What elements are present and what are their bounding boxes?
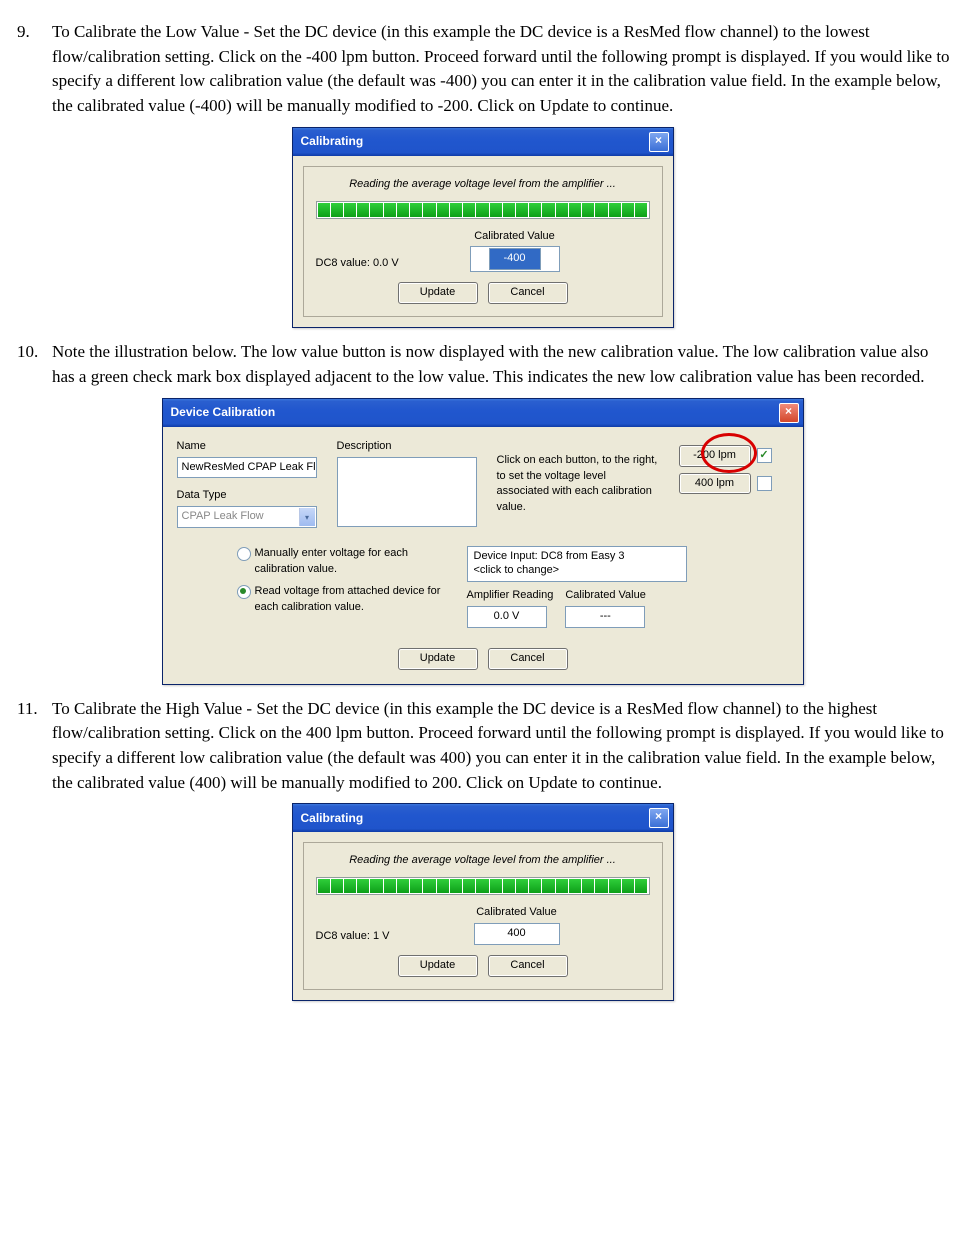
dialog-title: Calibrating — [301, 810, 364, 827]
device-calibration-dialog: Device Calibration × Name NewResMed CPAP… — [162, 398, 804, 685]
instruction-text: Click on each button, to the right, to s… — [497, 453, 662, 517]
list-number: 10. — [15, 340, 47, 389]
radio-read[interactable]: Read voltage from attached device for ea… — [237, 584, 447, 616]
list-item-11: 11. To Calibrate the High Value - Set th… — [15, 697, 950, 796]
datatype-value: CPAP Leak Flow — [182, 510, 264, 522]
titlebar[interactable]: Calibrating × — [293, 128, 673, 156]
calibrated-value-label: Calibrated Value — [470, 229, 560, 245]
calibrated-value-label: Calibrated Value — [565, 588, 646, 604]
radio-manual-label: Manually enter voltage for each calibrat… — [255, 546, 447, 578]
low-value-checked-icon: ✓ — [757, 448, 772, 463]
name-label: Name — [177, 439, 327, 455]
status-text: Reading the average voltage level from t… — [316, 177, 650, 193]
titlebar[interactable]: Calibrating × — [293, 804, 673, 832]
update-button[interactable]: Update — [398, 648, 478, 670]
list-text: To Calibrate the Low Value - Set the DC … — [47, 20, 950, 119]
list-item-9: 9. To Calibrate the Low Value - Set the … — [15, 20, 950, 119]
datatype-select[interactable]: CPAP Leak Flow ▾ — [177, 506, 317, 528]
dialog-title: Calibrating — [301, 133, 364, 150]
high-value-checkbox — [757, 476, 772, 491]
datatype-label: Data Type — [177, 488, 327, 504]
description-field[interactable] — [337, 457, 477, 527]
name-field[interactable]: NewResMed CPAP Leak Flow — [177, 457, 317, 479]
device-input-line1: Device Input: DC8 from Easy 3 — [474, 550, 625, 562]
amplifier-reading-label: Amplifier Reading — [467, 588, 554, 604]
titlebar[interactable]: Device Calibration × — [163, 399, 803, 427]
description-label: Description — [337, 439, 487, 455]
radio-read-label: Read voltage from attached device for ea… — [255, 584, 447, 616]
calibrated-value-label: Calibrated Value — [474, 905, 560, 921]
progress-bar — [316, 877, 650, 895]
calibrated-value-display: --- — [565, 606, 645, 628]
chevron-down-icon: ▾ — [299, 508, 315, 526]
amplifier-reading-value: 0.0 V — [467, 606, 547, 628]
update-button[interactable]: Update — [398, 282, 478, 304]
progress-bar — [316, 201, 650, 219]
close-icon[interactable]: × — [649, 132, 669, 152]
list-text: To Calibrate the High Value - Set the DC… — [47, 697, 950, 796]
status-text: Reading the average voltage level from t… — [316, 853, 650, 869]
high-value-button[interactable]: 400 lpm — [679, 473, 751, 495]
close-icon[interactable]: × — [649, 808, 669, 828]
dialog-title: Device Calibration — [171, 404, 276, 421]
low-value-button[interactable]: -200 lpm — [679, 445, 751, 467]
close-icon[interactable]: × — [779, 403, 799, 423]
update-button[interactable]: Update — [398, 955, 478, 977]
calibrated-value-input[interactable]: 400 — [474, 923, 560, 945]
calibrating-dialog-2: Calibrating × Reading the average voltag… — [292, 803, 674, 1001]
cancel-button[interactable]: Cancel — [488, 282, 568, 304]
device-input-box[interactable]: Device Input: DC8 from Easy 3 <click to … — [467, 546, 687, 582]
list-text: Note the illustration below. The low val… — [47, 340, 950, 389]
dc-value-label: DC8 value: 1 V — [316, 929, 444, 945]
cancel-button[interactable]: Cancel — [488, 955, 568, 977]
dc-value-label: DC8 value: 0.0 V — [316, 256, 440, 272]
calibrating-dialog-1: Calibrating × Reading the average voltag… — [292, 127, 674, 329]
calibrated-value-input[interactable]: -400 — [489, 248, 541, 270]
device-input-line2: <click to change> — [474, 564, 560, 576]
radio-manual[interactable]: Manually enter voltage for each calibrat… — [237, 546, 447, 578]
list-number: 9. — [15, 20, 47, 119]
cancel-button[interactable]: Cancel — [488, 648, 568, 670]
list-item-10: 10. Note the illustration below. The low… — [15, 340, 950, 389]
list-number: 11. — [15, 697, 47, 796]
